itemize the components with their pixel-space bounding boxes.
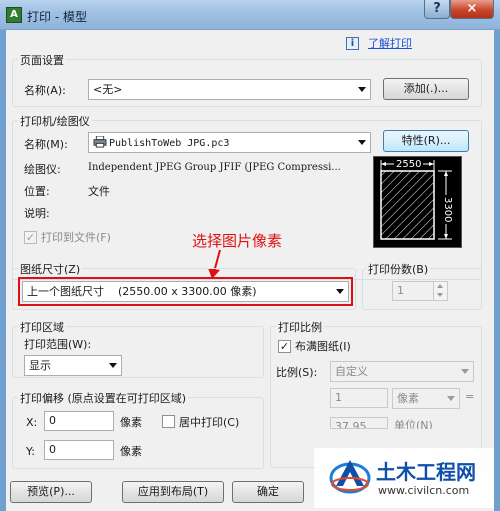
print-to-file-checkbox[interactable]: ✓ xyxy=(24,231,37,244)
window-title: 打印 - 模型 xyxy=(27,10,87,24)
plot-range-label: 打印范围(W): xyxy=(24,338,92,351)
copies-input[interactable]: 1 xyxy=(392,281,448,301)
help-button[interactable]: ? xyxy=(424,0,450,19)
scale-unit-select[interactable]: 像素 xyxy=(392,388,460,409)
center-plot-checkbox[interactable] xyxy=(162,415,175,428)
scale-value: 自定义 xyxy=(335,365,368,378)
fit-to-paper-checkbox[interactable]: ✓ xyxy=(278,340,291,353)
offset-y-input[interactable]: 0 xyxy=(44,440,114,460)
plot-offset-title: 打印偏移 (原点设置在可打印区域) xyxy=(18,390,189,406)
plot-area-title: 打印区域 xyxy=(18,319,66,335)
paper-size-title: 图纸尺寸(Z) xyxy=(18,261,83,277)
printer-name-value: PublishToWeb JPG.pc3 xyxy=(109,138,230,149)
center-plot-label: 居中打印(C) xyxy=(179,416,240,429)
printer-icon xyxy=(93,136,107,148)
scale-value2-input[interactable]: 37.95 xyxy=(330,417,388,429)
preview-button[interactable]: 预览(P)... xyxy=(10,481,92,503)
chevron-down-icon xyxy=(358,140,366,145)
plot-range-value: 显示 xyxy=(29,359,51,372)
watermark: 土木工程网 www.civilcn.com xyxy=(314,448,494,508)
offset-x-label: X: xyxy=(26,416,38,429)
learn-printing-link[interactable]: 了解打印 xyxy=(368,35,412,51)
info-icon: i xyxy=(346,37,359,50)
chevron-down-icon xyxy=(358,87,366,92)
watermark-url: www.civilcn.com xyxy=(378,484,470,497)
title-bar: A 打印 - 模型 ? × xyxy=(0,0,500,30)
offset-x-unit: 像素 xyxy=(120,416,142,429)
plot-range-select[interactable]: 显示 xyxy=(24,355,122,376)
paper-preview: 2550 3300 xyxy=(373,156,462,248)
plotter-value: Independent JPEG Group JFIF (JPEG Compre… xyxy=(88,162,341,173)
properties-button[interactable]: 特性(R)... xyxy=(383,130,469,152)
printer-name-label: 名称(M): xyxy=(24,138,68,151)
annotation-highlight-box xyxy=(18,277,353,306)
scale-select[interactable]: 自定义 xyxy=(330,361,474,382)
page-setup-title: 页面设置 xyxy=(18,52,66,68)
copies-spinner[interactable] xyxy=(433,282,447,300)
autocad-app-icon: A xyxy=(6,7,22,23)
add-button[interactable]: 添加(.)... xyxy=(383,78,469,100)
location-label: 位置: xyxy=(24,185,50,198)
scale-unit2-label: 单位(N) xyxy=(394,419,433,429)
dialog-client: i 了解打印 页面设置 名称(A): <无> 添加(.)... 打印机/绘图仪 … xyxy=(6,30,494,511)
offset-y-unit: 像素 xyxy=(120,445,142,458)
page-setup-name-value: <无> xyxy=(93,83,123,96)
offset-y-label: Y: xyxy=(26,445,35,458)
location-value: 文件 xyxy=(88,185,110,198)
page-setup-name-select[interactable]: <无> xyxy=(88,79,371,100)
printer-title: 打印机/绘图仪 xyxy=(18,113,92,129)
copies-title: 打印份数(B) xyxy=(366,261,431,277)
chevron-down-icon xyxy=(461,369,469,374)
plotter-label: 绘图仪: xyxy=(24,163,61,176)
apply-to-layout-button[interactable]: 应用到布局(T) xyxy=(122,481,224,503)
scale-unit-value: 像素 xyxy=(397,392,419,405)
chevron-down-icon xyxy=(447,396,455,401)
close-button[interactable]: × xyxy=(450,0,494,19)
chevron-down-icon xyxy=(109,363,117,368)
copies-value: 1 xyxy=(397,284,404,297)
spin-up-icon xyxy=(437,284,443,288)
scale-equals: = xyxy=(465,390,475,403)
scale-value1-input[interactable]: 1 xyxy=(330,388,388,408)
print-to-file-label: 打印到文件(F) xyxy=(41,231,111,244)
page-setup-name-label: 名称(A): xyxy=(24,84,66,97)
plot-scale-title: 打印比例 xyxy=(276,319,324,335)
watermark-title: 土木工程网 xyxy=(376,460,476,484)
civilcn-logo-icon xyxy=(329,460,371,494)
offset-x-input[interactable]: 0 xyxy=(44,411,114,431)
spin-down-icon xyxy=(437,293,443,297)
scale-label: 比例(S): xyxy=(276,366,318,379)
ok-button[interactable]: 确定 xyxy=(232,481,304,503)
preview-height-dim: 3300 xyxy=(442,195,453,225)
fit-to-paper-label: 布满图纸(I) xyxy=(295,340,351,353)
preview-width-dim: 2550 xyxy=(394,159,424,170)
description-label: 说明: xyxy=(24,207,50,220)
printer-name-select[interactable]: PublishToWeb JPG.pc3 xyxy=(88,132,371,153)
